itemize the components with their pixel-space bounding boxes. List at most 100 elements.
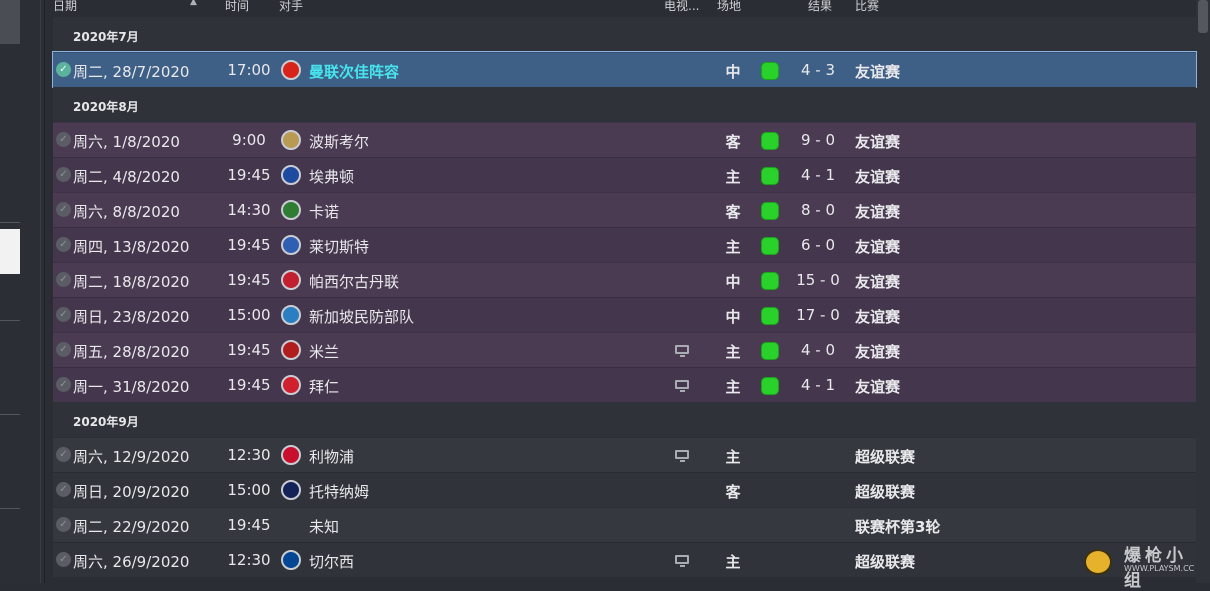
tv-broadcast-icon — [675, 380, 689, 392]
team-crest-icon[interactable] — [281, 305, 301, 325]
team-crest-icon[interactable] — [281, 480, 301, 500]
table-row[interactable]: ✓ 周六, 12/9/2020 12:30 利物浦 主 超级联赛 — [53, 437, 1196, 472]
fixture-date: 周六, 12/9/2020 — [73, 448, 190, 466]
fixture-time: 14:30 — [227, 201, 271, 219]
result[interactable]: 6 - 0 — [793, 236, 843, 254]
team-crest-icon[interactable] — [281, 445, 301, 465]
result[interactable]: 4 - 3 — [793, 61, 843, 79]
venue: 中 — [725, 273, 741, 291]
opponent-name[interactable]: 切尔西 — [309, 551, 354, 572]
venue: 主 — [725, 343, 741, 361]
team-crest-icon[interactable] — [281, 60, 301, 80]
competition[interactable]: 超级联赛 — [855, 481, 915, 502]
competition[interactable]: 联赛杯第3轮 — [855, 516, 940, 537]
competition[interactable]: 友谊赛 — [855, 376, 900, 397]
table-row[interactable]: ✓ 周六, 8/8/2020 14:30 卡诺 客 8 - 0 友谊赛 — [53, 192, 1196, 227]
opponent-name[interactable]: 卡诺 — [309, 201, 339, 222]
fixture-time: 15:00 — [227, 306, 271, 324]
opponent-name[interactable]: 未知 — [309, 516, 339, 537]
scrollbar-thumb[interactable] — [1198, 0, 1208, 33]
opponent-name[interactable]: 托特纳姆 — [309, 481, 369, 502]
table-row[interactable]: ✓ 周六, 1/8/2020 9:00 波斯考尔 客 9 - 0 友谊赛 — [53, 122, 1196, 157]
sidebar-block[interactable] — [0, 0, 20, 44]
opponent-name[interactable]: 新加坡民防部队 — [309, 306, 414, 327]
opponent-name[interactable]: 曼联次佳阵容 — [309, 61, 399, 82]
check-icon: ✓ — [56, 167, 71, 182]
result[interactable]: 4 - 1 — [793, 376, 843, 394]
competition[interactable]: 友谊赛 — [855, 341, 900, 362]
table-row[interactable]: ✓ 周四, 13/8/2020 19:45 莱切斯特 主 6 - 0 友谊赛 — [53, 227, 1196, 262]
month-label: 2020年8月 — [73, 100, 139, 114]
check-icon: ✓ — [56, 447, 71, 462]
competition[interactable]: 友谊赛 — [855, 166, 900, 187]
competition[interactable]: 超级联赛 — [855, 446, 915, 467]
team-crest-icon[interactable] — [281, 235, 301, 255]
column-header-date[interactable]: 日期 — [53, 0, 77, 14]
fixture-date: 周二, 22/9/2020 — [73, 518, 190, 536]
competition[interactable]: 友谊赛 — [855, 131, 900, 152]
opponent-name[interactable]: 帕西尔古丹联 — [309, 271, 399, 292]
column-header-opponent[interactable]: 对手 — [279, 0, 303, 14]
divider — [0, 320, 20, 321]
win-indicator-icon — [761, 272, 779, 290]
team-crest-icon[interactable] — [281, 270, 301, 290]
table-row[interactable]: ✓ 周五, 28/8/2020 19:45 米兰 主 4 - 0 友谊赛 — [53, 332, 1196, 367]
table-row[interactable]: ✓ 周一, 31/8/2020 19:45 拜仁 主 4 - 1 友谊赛 — [53, 367, 1196, 402]
table-row[interactable]: ✓ 周二, 22/9/2020 19:45 未知 联赛杯第3轮 — [53, 507, 1196, 542]
sort-up-icon[interactable]: ▲ — [190, 0, 197, 7]
table-row[interactable]: ✓ 周六, 26/9/2020 12:30 切尔西 主 超级联赛 — [53, 542, 1196, 577]
team-crest-icon[interactable] — [281, 375, 301, 395]
table-row[interactable]: ✓ 周二, 18/8/2020 19:45 帕西尔古丹联 中 15 - 0 友谊赛 — [53, 262, 1196, 297]
column-header-tv[interactable]: 电视... — [664, 0, 699, 14]
column-header-result[interactable]: 结果 — [808, 0, 832, 14]
competition[interactable]: 友谊赛 — [855, 271, 900, 292]
divider — [0, 222, 20, 223]
team-crest-icon[interactable] — [281, 340, 301, 360]
opponent-name[interactable]: 莱切斯特 — [309, 236, 369, 257]
column-header-time[interactable]: 时间 — [225, 0, 249, 14]
win-indicator-icon — [761, 202, 779, 220]
check-icon: ✓ — [56, 517, 71, 532]
team-crest-icon[interactable] — [281, 550, 301, 570]
opponent-name[interactable]: 米兰 — [309, 341, 339, 362]
table-header: 日期 ▲ 时间 对手 电视... 场地 结果 比赛 — [53, 0, 1196, 17]
venue: 主 — [725, 238, 741, 256]
fixture-time: 9:00 — [232, 131, 266, 149]
opponent-name[interactable]: 波斯考尔 — [309, 131, 369, 152]
competition[interactable]: 友谊赛 — [855, 61, 900, 82]
fixture-date: 周六, 1/8/2020 — [73, 133, 180, 151]
team-crest-icon[interactable] — [281, 130, 301, 150]
check-icon: ✓ — [56, 237, 71, 252]
result[interactable]: 8 - 0 — [793, 201, 843, 219]
table-row[interactable]: ✓ 周日, 20/9/2020 15:00 托特纳姆 客 超级联赛 — [53, 472, 1196, 507]
fixture-time: 19:45 — [227, 166, 271, 184]
table-row[interactable]: ✓ 周二, 4/8/2020 19:45 埃弗顿 主 4 - 1 友谊赛 — [53, 157, 1196, 192]
tv-broadcast-icon — [675, 450, 689, 462]
table-row[interactable]: ✓ 周日, 23/8/2020 15:00 新加坡民防部队 中 17 - 0 友谊赛 — [53, 297, 1196, 332]
opponent-name[interactable]: 利物浦 — [309, 446, 354, 467]
month-group-header: 2020年8月 — [53, 87, 1196, 122]
column-header-competition[interactable]: 比赛 — [855, 0, 879, 14]
result[interactable]: 9 - 0 — [793, 131, 843, 149]
fixture-time: 12:30 — [227, 551, 271, 569]
competition[interactable]: 友谊赛 — [855, 236, 900, 257]
win-indicator-icon — [761, 342, 779, 360]
competition[interactable]: 友谊赛 — [855, 306, 900, 327]
opponent-name[interactable]: 拜仁 — [309, 376, 339, 397]
competition[interactable]: 友谊赛 — [855, 201, 900, 222]
result[interactable]: 4 - 0 — [793, 341, 843, 359]
team-crest-icon[interactable] — [281, 200, 301, 220]
column-header-venue[interactable]: 场地 — [717, 0, 741, 14]
opponent-name[interactable]: 埃弗顿 — [309, 166, 354, 187]
venue: 客 — [725, 483, 741, 501]
competition[interactable]: 超级联赛 — [855, 551, 915, 572]
result[interactable]: 15 - 0 — [793, 271, 843, 289]
sidebar-tab[interactable] — [0, 229, 20, 274]
scrollbar[interactable] — [1196, 0, 1210, 583]
team-crest-icon[interactable] — [281, 165, 301, 185]
fixture-date: 周一, 31/8/2020 — [73, 378, 190, 396]
venue: 主 — [725, 553, 741, 571]
result[interactable]: 4 - 1 — [793, 166, 843, 184]
result[interactable]: 17 - 0 — [793, 306, 843, 324]
table-row[interactable]: ✓ 周二, 28/7/2020 17:00 曼联次佳阵容 中 4 - 3 友谊赛 — [52, 51, 1197, 88]
